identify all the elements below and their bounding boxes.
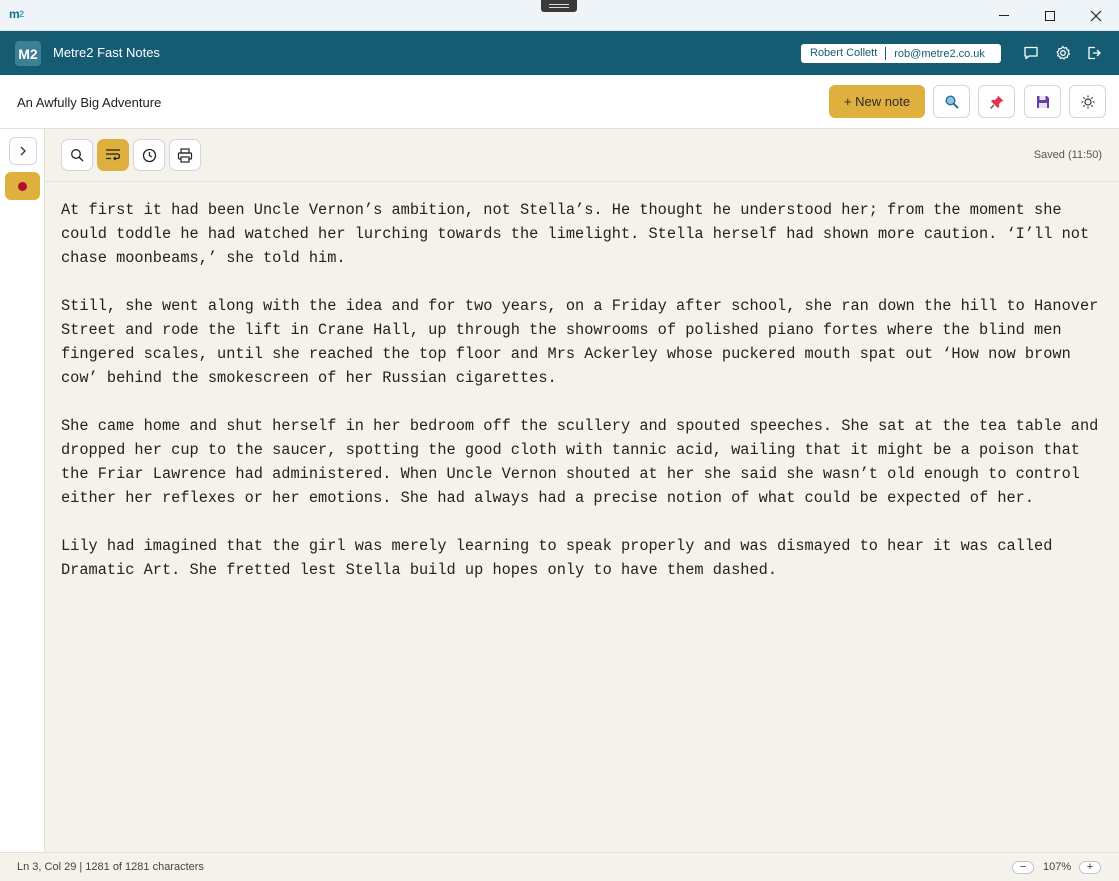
cursor-position: Ln 3, Col 29 | 1281 of 1281 characters [17, 861, 204, 873]
find-button[interactable] [61, 139, 93, 171]
editor-toolbar: Saved (11:50) [45, 129, 1119, 182]
search-icon [71, 149, 84, 162]
user-info[interactable]: Robert Collett rob@metre2.co.uk [801, 44, 1001, 63]
user-name: Robert Collett [801, 47, 887, 60]
record-dot-icon [18, 181, 27, 191]
zoom-out-button[interactable]: − [1012, 861, 1034, 874]
record-button[interactable] [5, 172, 40, 200]
editor-paragraph: She came home and shut herself in her be… [61, 417, 1099, 507]
editor-paragraph: At first it had been Uncle Vernon’s ambi… [61, 201, 1090, 267]
user-email: rob@metre2.co.uk [894, 47, 985, 60]
printer-icon [177, 147, 193, 163]
new-note-button[interactable]: + New note [829, 85, 925, 118]
close-icon [1090, 10, 1102, 21]
logout-icon [1088, 46, 1101, 60]
document-bar: An Awfully Big Adventure + New note [0, 75, 1119, 129]
messages-button[interactable] [1021, 43, 1041, 63]
settings-button[interactable] [1053, 43, 1073, 63]
document-title[interactable]: An Awfully Big Adventure [17, 95, 161, 110]
save-button[interactable] [1024, 85, 1061, 118]
floppy-disk-icon [1036, 95, 1049, 108]
zoom-in-button[interactable]: + [1079, 861, 1101, 874]
sidebar-toggle-button[interactable] [9, 137, 37, 165]
print-button[interactable] [169, 139, 201, 171]
sun-icon [1081, 95, 1094, 108]
window-drag-handle[interactable] [541, 0, 577, 12]
window-titlebar: m2 [0, 0, 1119, 31]
app-badge: M2 [15, 41, 41, 66]
history-button[interactable] [133, 139, 165, 171]
editor-paragraph: Still, she went along with the idea and … [61, 297, 1099, 387]
note-editor[interactable]: At first it had been Uncle Vernon’s ambi… [45, 182, 1119, 852]
editor-paragraph: Lily had imagined that the girl was mere… [61, 537, 1053, 579]
close-button[interactable] [1073, 0, 1119, 31]
gear-icon [1056, 45, 1071, 60]
app-header: M2 Metre2 Fast Notes Robert Collett rob@… [0, 31, 1119, 75]
maximize-icon [1045, 10, 1055, 21]
save-status: Saved (11:50) [1033, 149, 1102, 161]
search-icon [944, 94, 959, 109]
word-wrap-button[interactable] [97, 139, 129, 171]
sidebar [0, 129, 45, 852]
app-title: Metre2 Fast Notes [53, 45, 160, 60]
logout-button[interactable] [1084, 43, 1104, 63]
pin-button[interactable] [978, 85, 1015, 118]
clock-icon [142, 148, 156, 162]
chevron-right-icon [20, 146, 26, 156]
maximize-button[interactable] [1027, 0, 1073, 31]
search-notes-button[interactable] [933, 85, 970, 118]
zoom-level: 107% [1043, 861, 1072, 873]
app-logo: m2 [9, 7, 24, 21]
minimize-button[interactable] [981, 0, 1027, 31]
minimize-icon [999, 15, 1009, 16]
pin-icon [989, 95, 1003, 109]
status-bar: Ln 3, Col 29 | 1281 of 1281 characters −… [0, 852, 1119, 881]
theme-toggle-button[interactable] [1069, 85, 1106, 118]
wrap-text-icon [106, 149, 121, 161]
chat-icon [1024, 46, 1038, 60]
